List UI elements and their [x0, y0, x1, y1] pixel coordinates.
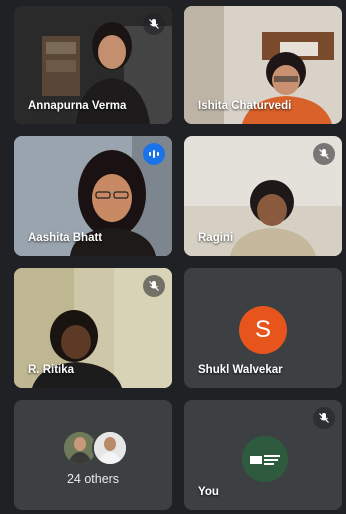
- participant-name: Ishita Chaturvedi: [198, 100, 292, 112]
- others-count: 24 others: [66, 472, 120, 486]
- mic-off-icon: [143, 275, 165, 297]
- participant-tile-r-ritika[interactable]: R. Ritika: [14, 268, 172, 388]
- participant-name: Ragini: [198, 232, 234, 244]
- others-tile[interactable]: 24 others: [14, 400, 172, 510]
- participant-tile-ragini[interactable]: Ragini: [184, 136, 342, 256]
- participant-tile-aashita-bhatt[interactable]: Aashita Bhatt: [14, 136, 172, 256]
- self-tile[interactable]: You: [184, 400, 342, 510]
- mic-off-icon: [313, 407, 335, 429]
- avatar: S: [239, 306, 287, 354]
- participant-name: You: [198, 486, 219, 498]
- audio-wave-icon: [143, 143, 165, 165]
- avatar: [242, 436, 288, 482]
- mic-off-icon: [143, 13, 165, 35]
- participant-name: Aashita Bhatt: [28, 232, 103, 244]
- participant-name: Annapurna Verma: [28, 100, 127, 112]
- participant-name: Shukl Walvekar: [198, 364, 283, 376]
- mic-off-icon: [313, 143, 335, 165]
- participant-tile-ishita-chaturvedi[interactable]: Ishita Chaturvedi: [184, 6, 342, 124]
- participant-tile-annapurna-verma[interactable]: Annapurna Verma: [14, 6, 172, 124]
- avatar: [92, 430, 128, 466]
- participant-tile-shukl-walvekar[interactable]: S Shukl Walvekar: [184, 268, 342, 388]
- participant-name: R. Ritika: [28, 364, 75, 376]
